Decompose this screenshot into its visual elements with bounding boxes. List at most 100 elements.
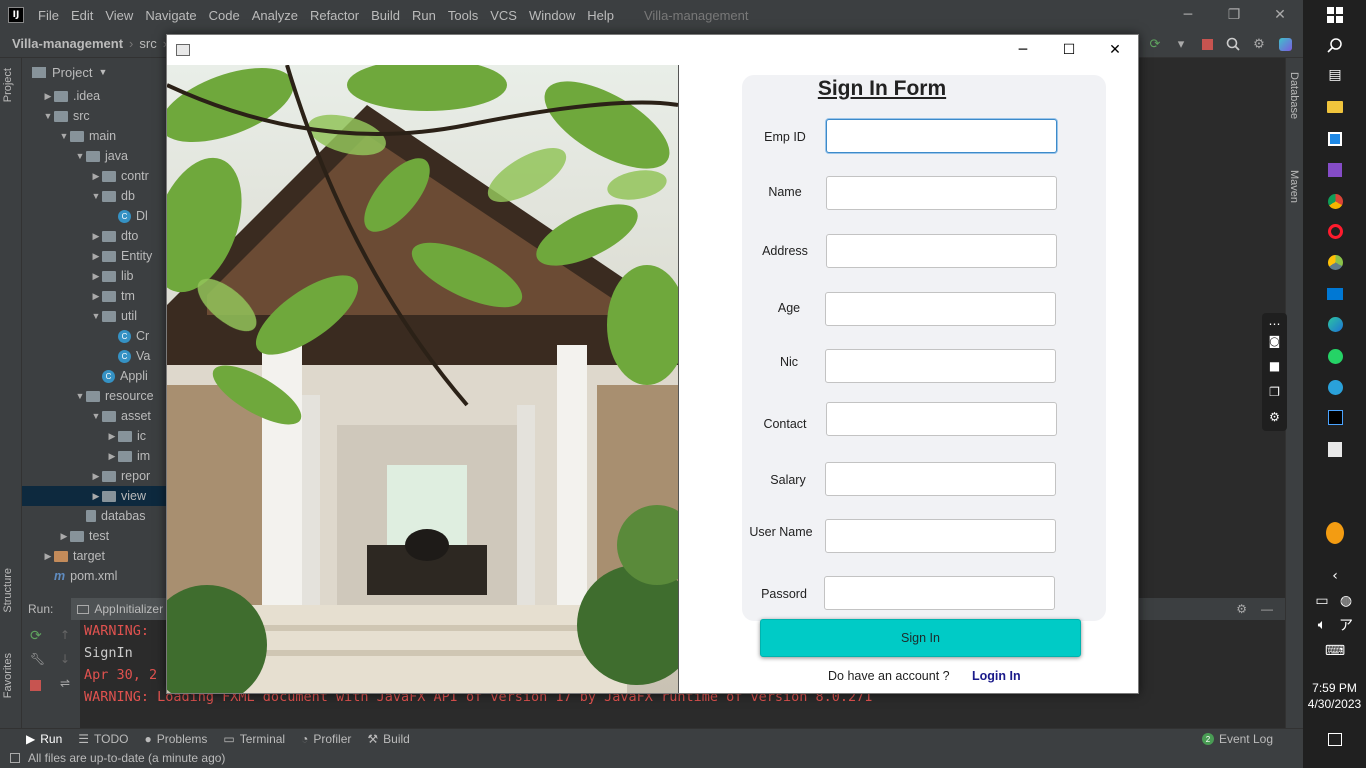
- tree-item[interactable]: ▼ resource: [22, 386, 168, 406]
- windows-start-icon[interactable]: [1326, 6, 1344, 24]
- project-tool-tab[interactable]: Project: [2, 68, 14, 102]
- breadcrumb-src[interactable]: src: [139, 36, 156, 51]
- opera-icon[interactable]: [1326, 222, 1344, 240]
- chevron-right-icon[interactable]: ▶: [42, 91, 54, 102]
- gear-icon[interactable]: ⚙: [1236, 602, 1247, 616]
- username-input[interactable]: [825, 519, 1056, 553]
- keyboard-icon[interactable]: ⌨: [1325, 642, 1345, 660]
- tree-item[interactable]: ▼ db: [22, 186, 168, 206]
- settings-icon[interactable]: ⚙: [1266, 408, 1283, 425]
- arrow-down-icon[interactable]: ↓: [60, 652, 70, 666]
- coverage-icon[interactable]: ⟳: [1147, 36, 1163, 52]
- chevron-down-icon[interactable]: ▼: [42, 111, 54, 121]
- menu-view[interactable]: View: [99, 8, 139, 23]
- java-app-icon[interactable]: [1326, 440, 1344, 458]
- chevron-right-icon[interactable]: ▶: [58, 531, 70, 542]
- tree-item[interactable]: ▶ dto: [22, 226, 168, 246]
- chevron-right-icon[interactable]: ▶: [42, 551, 54, 562]
- menu-file[interactable]: File: [32, 8, 65, 23]
- nic-input[interactable]: [825, 349, 1056, 383]
- menu-build[interactable]: Build: [365, 8, 406, 23]
- chevron-down-icon[interactable]: ▼: [98, 67, 107, 77]
- app-close-button[interactable]: ✕: [1092, 35, 1138, 65]
- run-tab-appinitializer[interactable]: AppInitializer: [71, 598, 170, 620]
- stop-icon[interactable]: [1199, 36, 1215, 52]
- tree-item[interactable]: C Cr: [22, 326, 168, 346]
- ide-minimize-button[interactable]: ─: [1165, 0, 1211, 30]
- tree-item[interactable]: ▶ contr: [22, 166, 168, 186]
- tree-item[interactable]: ▶ tm: [22, 286, 168, 306]
- wrench-icon[interactable]: 🔧︎: [30, 652, 45, 666]
- name-input[interactable]: [826, 176, 1057, 210]
- rerun-icon[interactable]: ⟳: [30, 628, 42, 644]
- tree-item[interactable]: ▶ target: [22, 546, 168, 566]
- emp-id-input[interactable]: [826, 119, 1057, 153]
- menu-edit[interactable]: Edit: [65, 8, 99, 23]
- toolbox-icon[interactable]: [1277, 36, 1293, 52]
- gallery-icon[interactable]: ❐: [1266, 383, 1283, 400]
- chevron-right-icon[interactable]: ▶: [90, 291, 102, 302]
- app-maximize-button[interactable]: ☐: [1046, 35, 1092, 65]
- chevron-down-icon[interactable]: ▼: [90, 411, 102, 421]
- tree-item[interactable]: m pom.xml: [22, 566, 168, 586]
- stop-run-icon[interactable]: [30, 680, 41, 691]
- mail-icon[interactable]: [1326, 285, 1344, 303]
- tree-item[interactable]: ▶ .idea: [22, 86, 168, 106]
- tree-item[interactable]: ▶ test: [22, 526, 168, 546]
- tree-item[interactable]: ▶ ic: [22, 426, 168, 446]
- tab-run[interactable]: ▶ Run: [26, 732, 62, 746]
- tree-item[interactable]: ▼ main: [22, 126, 168, 146]
- menu-window[interactable]: Window: [523, 8, 581, 23]
- tab-problems[interactable]: ● Problems: [144, 732, 207, 746]
- tree-item[interactable]: ▶ Entity: [22, 246, 168, 266]
- chrome-dev-icon[interactable]: [1326, 253, 1344, 271]
- tree-item[interactable]: C Va: [22, 346, 168, 366]
- menu-run[interactable]: Run: [406, 8, 442, 23]
- file-explorer-icon[interactable]: [1326, 98, 1344, 116]
- chevron-right-icon[interactable]: ▶: [90, 491, 102, 502]
- chrome-icon[interactable]: [1326, 192, 1344, 210]
- chevron-right-icon[interactable]: ▶: [90, 271, 102, 282]
- tree-item[interactable]: C Dl: [22, 206, 168, 226]
- arrow-up-icon[interactable]: ↑: [60, 628, 70, 642]
- tree-item[interactable]: ▶ im: [22, 446, 168, 466]
- tab-profiler[interactable]: ◔ Profiler: [301, 732, 351, 746]
- tree-item[interactable]: ▼ util: [22, 306, 168, 326]
- chevron-right-icon[interactable]: ▶: [90, 171, 102, 182]
- whatsapp-icon[interactable]: [1326, 347, 1344, 365]
- age-input[interactable]: [825, 292, 1056, 326]
- chevron-down-icon[interactable]: ▼: [58, 131, 70, 141]
- menu-refactor[interactable]: Refactor: [304, 8, 365, 23]
- telegram-icon[interactable]: [1326, 378, 1344, 396]
- visual-studio-icon[interactable]: [1326, 161, 1344, 179]
- network-icon[interactable]: ◍: [1337, 592, 1355, 610]
- task-view-icon[interactable]: ▤: [1326, 66, 1344, 84]
- ide-restore-button[interactable]: ❐: [1211, 0, 1257, 30]
- menu-navigate[interactable]: Navigate: [139, 8, 202, 23]
- chevron-down-icon[interactable]: ▼: [74, 391, 86, 401]
- tree-item[interactable]: ▶ view: [22, 486, 168, 506]
- menu-tools[interactable]: Tools: [442, 8, 484, 23]
- menu-code[interactable]: Code: [203, 8, 246, 23]
- soft-wrap-icon[interactable]: ⇌: [60, 676, 70, 690]
- breadcrumb-project[interactable]: Villa-management: [12, 36, 123, 51]
- app-minimize-button[interactable]: ─: [1000, 35, 1046, 65]
- tree-item[interactable]: ▼ java: [22, 146, 168, 166]
- tab-build[interactable]: ⚒ Build: [367, 732, 409, 746]
- ide-close-button[interactable]: ✕: [1257, 0, 1303, 30]
- tab-todo[interactable]: ☰ TODO: [78, 732, 128, 746]
- search-icon[interactable]: [1326, 36, 1344, 54]
- more-options-icon[interactable]: ⋯: [1266, 315, 1283, 332]
- menu-help[interactable]: Help: [581, 8, 620, 23]
- edge-icon[interactable]: [1326, 315, 1344, 333]
- password-input[interactable]: [824, 576, 1055, 610]
- tree-item[interactable]: ▶ lib: [22, 266, 168, 286]
- maven-tool-tab[interactable]: Maven: [1288, 170, 1300, 203]
- tree-item[interactable]: databas: [22, 506, 168, 526]
- database-tool-tab[interactable]: Database: [1288, 72, 1300, 119]
- chevron-right-icon[interactable]: ▶: [90, 471, 102, 482]
- notifications-icon[interactable]: [1326, 730, 1344, 748]
- address-input[interactable]: [826, 234, 1057, 268]
- chevron-right-icon[interactable]: ▶: [106, 431, 118, 442]
- structure-tool-tab[interactable]: Structure: [2, 568, 14, 613]
